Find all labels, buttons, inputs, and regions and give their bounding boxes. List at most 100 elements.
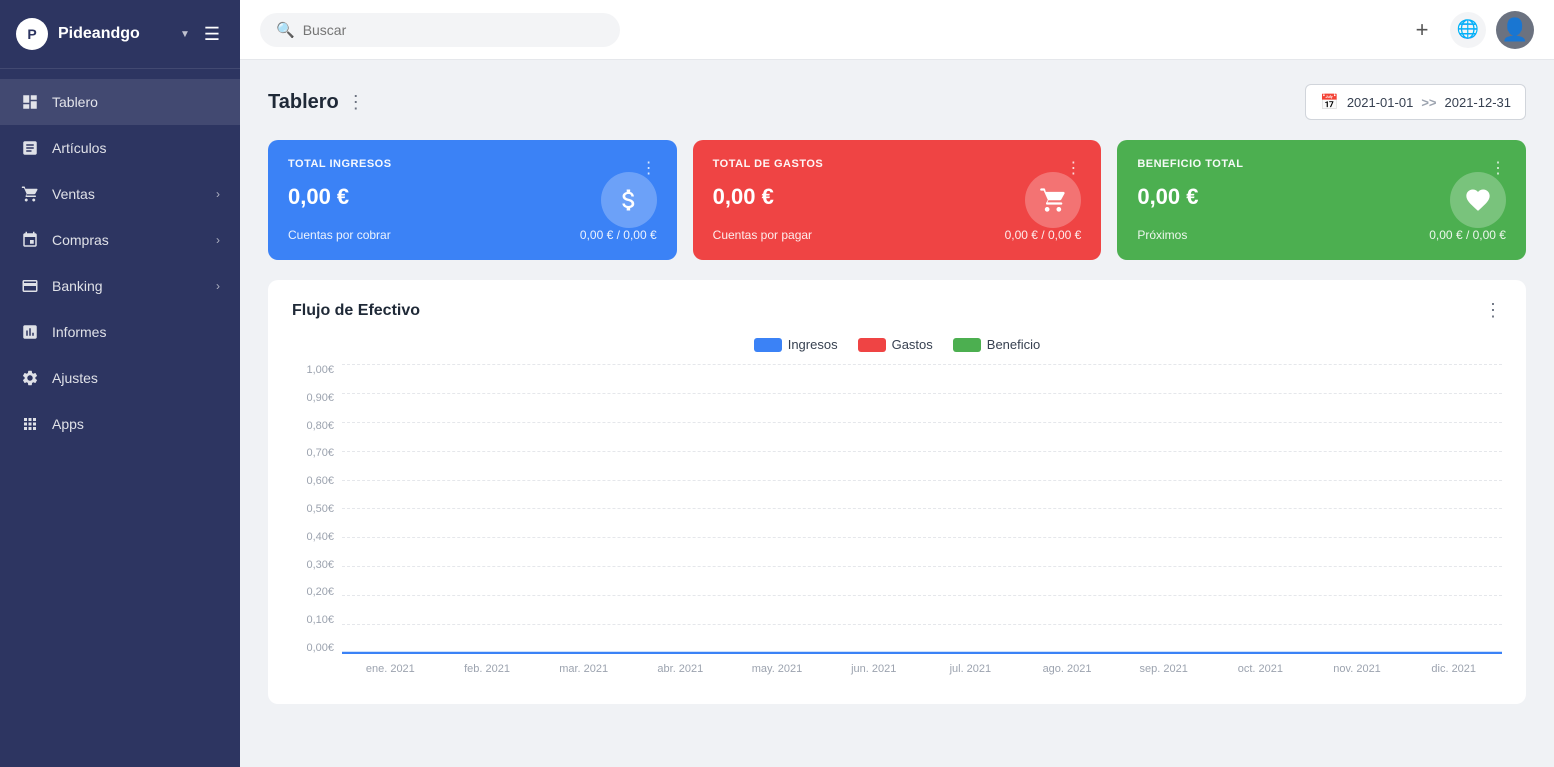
y-axis-label: 0,40€: [292, 531, 342, 543]
chart-y-axis: 0,00€ 0,10€ 0,20€ 0,30€ 0,40€ 0,50€ 0,60€ 0,70€…: [292, 364, 342, 654]
page-more-button[interactable]: ⋮: [347, 92, 365, 113]
card-ingresos-footer: Cuentas por cobrar 0,00 € / 0,00 €: [288, 228, 657, 242]
page-title-row: Tablero ⋮: [268, 91, 365, 114]
chart-title: Flujo de Efectivo: [292, 302, 420, 320]
y-axis-label: 1,00€: [292, 364, 342, 376]
sidebar-item-articulos-label: Artículos: [52, 140, 220, 156]
card-beneficio-icon: [1450, 172, 1506, 228]
chart-more-button[interactable]: ⋮: [1484, 300, 1502, 321]
y-axis-label: 0,10€: [292, 614, 342, 626]
legend-ingresos: Ingresos: [754, 337, 838, 352]
sidebar-item-compras-label: Compras: [52, 232, 204, 248]
page-header: Tablero ⋮ 📅 2021-01-01 >> 2021-12-31: [268, 84, 1526, 120]
sidebar-nav: Tablero Artículos Ventas › Compras ›: [0, 69, 240, 767]
card-gastos-footer-value: 0,00 € / 0,00 €: [1005, 228, 1082, 242]
x-axis-label: ago. 2021: [1019, 663, 1116, 675]
date-to: 2021-12-31: [1445, 95, 1512, 110]
sidebar-item-ventas[interactable]: Ventas ›: [0, 171, 240, 217]
legend-gastos-color: [858, 338, 886, 352]
card-ingresos: TOTAL INGRESOS ⋮ 0,00 € Cuentas por cobr…: [268, 140, 677, 260]
card-gastos-header: TOTAL DE GASTOS ⋮: [713, 158, 1082, 178]
card-ingresos-footer-value: 0,00 € / 0,00 €: [580, 228, 657, 242]
topbar: 🔍 + 🌐 👤: [240, 0, 1554, 60]
sidebar-brand-arrow[interactable]: ▼: [180, 29, 190, 40]
sidebar-item-tablero-label: Tablero: [52, 94, 220, 110]
card-beneficio: BENEFICIO TOTAL ⋮ 0,00 € Próximos 0,00 €…: [1117, 140, 1526, 260]
legend-beneficio: Beneficio: [953, 337, 1040, 352]
sales-icon: [20, 184, 40, 204]
hamburger-button[interactable]: ☰: [200, 20, 224, 49]
card-ingresos-title: TOTAL INGRESOS: [288, 158, 392, 170]
compras-arrow-icon: ›: [216, 233, 220, 247]
card-gastos: TOTAL DE GASTOS ⋮ 0,00 € Cuentas por pag…: [693, 140, 1102, 260]
date-arrow-icon: >>: [1421, 95, 1436, 110]
chart-inner: [342, 364, 1502, 654]
x-axis-label: dic. 2021: [1405, 663, 1502, 675]
y-axis-label: 0,60€: [292, 475, 342, 487]
legend-ingresos-color: [754, 338, 782, 352]
y-axis-label: 0,00€: [292, 642, 342, 654]
summary-cards: TOTAL INGRESOS ⋮ 0,00 € Cuentas por cobr…: [268, 140, 1526, 260]
y-axis-label: 0,80€: [292, 420, 342, 432]
x-axis-label: nov. 2021: [1309, 663, 1406, 675]
card-gastos-title: TOTAL DE GASTOS: [713, 158, 824, 170]
card-gastos-footer-label: Cuentas por pagar: [713, 228, 812, 242]
legend-beneficio-label: Beneficio: [987, 337, 1040, 352]
y-axis-label: 0,70€: [292, 447, 342, 459]
chart-legend: Ingresos Gastos Beneficio: [292, 337, 1502, 352]
sidebar-item-ajustes[interactable]: Ajustes: [0, 355, 240, 401]
card-gastos-footer: Cuentas por pagar 0,00 € / 0,00 €: [713, 228, 1082, 242]
legend-beneficio-color: [953, 338, 981, 352]
add-button[interactable]: +: [1404, 12, 1440, 48]
sidebar-item-informes[interactable]: Informes: [0, 309, 240, 355]
search-input[interactable]: [303, 22, 604, 38]
card-beneficio-footer: Próximos 0,00 € / 0,00 €: [1137, 228, 1506, 242]
settings-icon: [20, 368, 40, 388]
page-title: Tablero: [268, 91, 339, 114]
x-axis-label: oct. 2021: [1212, 663, 1309, 675]
sidebar-logo: P: [16, 18, 48, 50]
reports-icon: [20, 322, 40, 342]
search-box: 🔍: [260, 13, 620, 47]
y-axis-label: 0,20€: [292, 586, 342, 598]
chart-header: Flujo de Efectivo ⋮: [292, 300, 1502, 321]
chart-x-axis: ene. 2021feb. 2021mar. 2021abr. 2021may.…: [342, 654, 1502, 684]
globe-button[interactable]: 🌐: [1450, 12, 1486, 48]
x-axis-label: ene. 2021: [342, 663, 439, 675]
y-axis-label: 0,30€: [292, 559, 342, 571]
x-axis-label: mar. 2021: [535, 663, 632, 675]
calendar-icon: 📅: [1320, 93, 1339, 111]
apps-icon: [20, 414, 40, 434]
x-axis-label: abr. 2021: [632, 663, 729, 675]
legend-gastos: Gastos: [858, 337, 933, 352]
avatar-icon: 👤: [1501, 17, 1528, 43]
sidebar-item-banking[interactable]: Banking ›: [0, 263, 240, 309]
date-range[interactable]: 📅 2021-01-01 >> 2021-12-31: [1305, 84, 1526, 120]
articles-icon: [20, 138, 40, 158]
date-from: 2021-01-01: [1347, 95, 1414, 110]
purchases-icon: [20, 230, 40, 250]
sidebar-item-banking-label: Banking: [52, 278, 204, 294]
sidebar-brand-name: Pideandgo: [58, 25, 170, 43]
sidebar-item-ajustes-label: Ajustes: [52, 370, 220, 386]
main-area: 🔍 + 🌐 👤 Tablero ⋮ 📅 2021-01-01 >> 2021-1…: [240, 0, 1554, 767]
user-avatar-button[interactable]: 👤: [1496, 11, 1534, 49]
sidebar-item-compras[interactable]: Compras ›: [0, 217, 240, 263]
x-axis-label: may. 2021: [729, 663, 826, 675]
y-axis-label: 0,50€: [292, 503, 342, 515]
sidebar-item-tablero[interactable]: Tablero: [0, 79, 240, 125]
sidebar-item-apps[interactable]: Apps: [0, 401, 240, 447]
banking-arrow-icon: ›: [216, 279, 220, 293]
ventas-arrow-icon: ›: [216, 187, 220, 201]
dashboard-icon: [20, 92, 40, 112]
card-ingresos-icon: [601, 172, 657, 228]
card-beneficio-title: BENEFICIO TOTAL: [1137, 158, 1243, 170]
sidebar: P Pideandgo ▼ ☰ Tablero Artículos Ventas…: [0, 0, 240, 767]
sidebar-item-articulos[interactable]: Artículos: [0, 125, 240, 171]
chart-section: Flujo de Efectivo ⋮ Ingresos Gastos Bene…: [268, 280, 1526, 704]
card-ingresos-footer-label: Cuentas por cobrar: [288, 228, 391, 242]
x-axis-label: feb. 2021: [439, 663, 536, 675]
content-area: Tablero ⋮ 📅 2021-01-01 >> 2021-12-31 TOT…: [240, 60, 1554, 767]
sidebar-header: P Pideandgo ▼ ☰: [0, 0, 240, 69]
sidebar-item-ventas-label: Ventas: [52, 186, 204, 202]
